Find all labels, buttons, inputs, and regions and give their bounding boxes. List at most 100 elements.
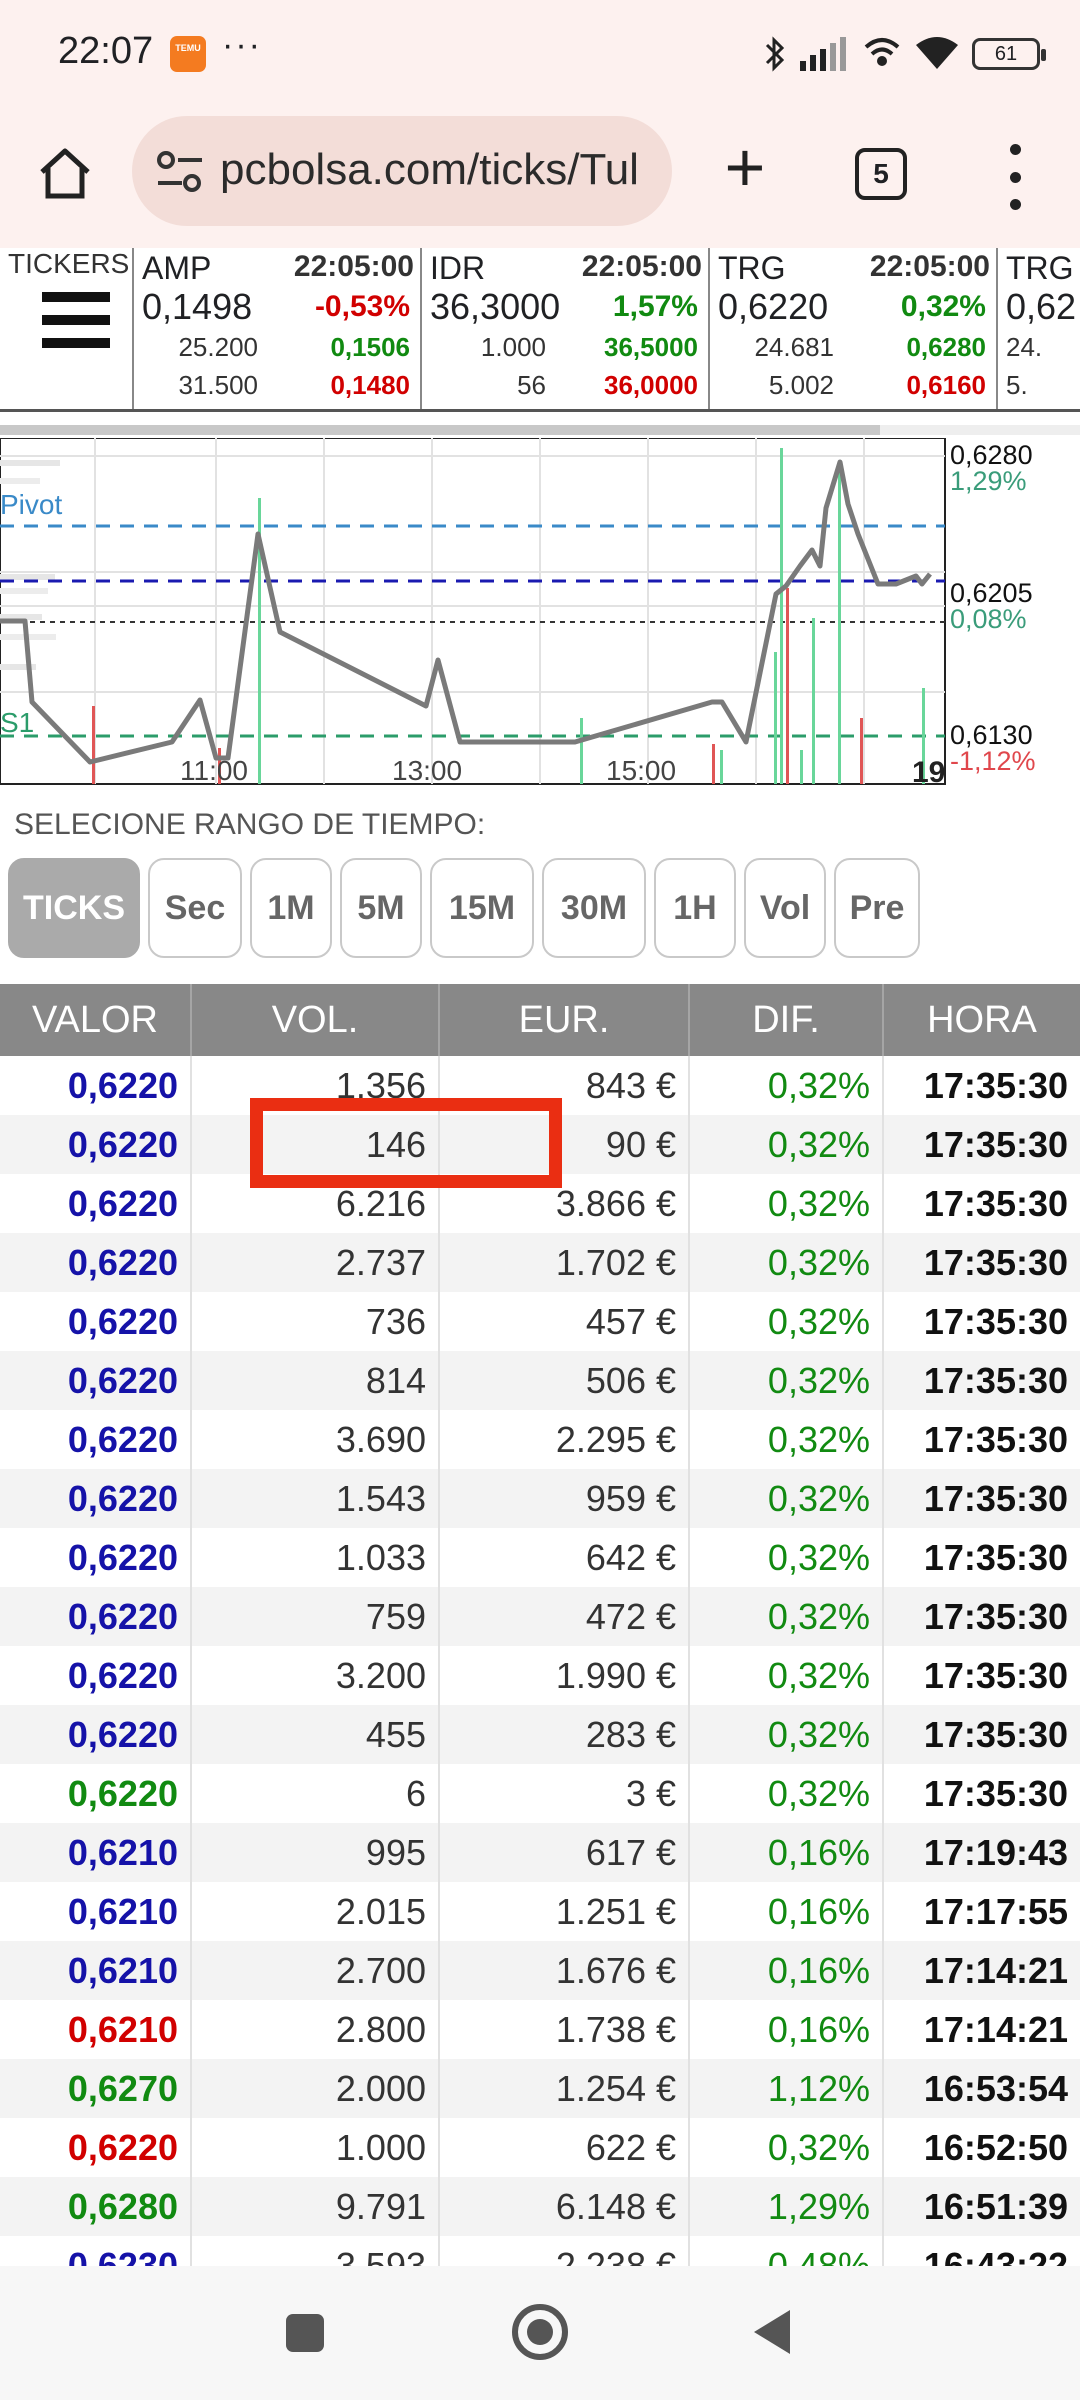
cell-hora: 17:19:43 (923, 1831, 1068, 1873)
table-row[interactable]: 0,6210 2.015 1.251 €0,16% 17:17:55 (0, 1882, 1080, 1941)
price-chart[interactable]: Pivot S1 11:00 13:00 15:00 19 0,6280 1,2… (0, 438, 1080, 788)
cell-vol: 736 (192, 1292, 440, 1351)
tickers-scrollbar[interactable] (0, 425, 880, 435)
table-row[interactable]: 0,6220 1.000 622 €0,32% 16:52:50 (0, 2118, 1080, 2177)
range-button-1h[interactable]: 1H (654, 858, 736, 958)
cell-eur: 1.990 € (440, 1646, 690, 1705)
ticker-price: 0,1498 (142, 286, 253, 327)
cell-valor: 0,6220 (0, 1469, 192, 1528)
table-row[interactable]: 0,6210 2.700 1.676 €0,16% 17:14:21 (0, 1941, 1080, 2000)
ticker-time: 22:05:00 (293, 250, 414, 283)
cell-dif: 0,16% (690, 2000, 884, 2059)
range-button-vol[interactable]: Vol (744, 858, 826, 958)
table-row[interactable]: 0,6230 3.593 2.238 €0,48% 16:43:22 (0, 2236, 1080, 2266)
cell-eur: 506 € (440, 1351, 690, 1410)
battery-icon: 61 (972, 38, 1046, 70)
range-button-1m[interactable]: 1M (250, 858, 332, 958)
cell-vol: 3.200 (192, 1646, 440, 1705)
range-button-sec[interactable]: Sec (148, 858, 242, 958)
ticker-ask-volume: 31.500 (178, 370, 258, 400)
column-header-dif[interactable]: DIF. (690, 984, 884, 1056)
more-vert-icon[interactable] (1000, 144, 1030, 210)
cell-eur: 959 € (440, 1469, 690, 1528)
cell-vol: 759 (192, 1587, 440, 1646)
cell-dif: 0,16% (690, 1882, 884, 1941)
table-row[interactable]: 0,6220 455 283 €0,32% 17:35:30 (0, 1705, 1080, 1764)
ticker-card-trg-partial[interactable]: TRG 0,62 24. 5. (998, 248, 1080, 409)
cell-valor: 0,6220 (0, 1233, 192, 1292)
table-row[interactable]: 0,6220 2.737 1.702 €0,32% 17:35:30 (0, 1233, 1080, 1292)
ticker-card-amp[interactable]: AMP 22:05:00 0,1498 -0,53% 25.200 0,1506… (134, 248, 422, 409)
site-settings-icon[interactable] (156, 150, 204, 194)
ticker-symbol: TRG (718, 250, 786, 286)
table-row[interactable]: 0,6220 1.543 959 €0,32% 17:35:30 (0, 1469, 1080, 1528)
recents-icon[interactable] (286, 2314, 324, 2352)
cell-valor: 0,6220 (0, 1351, 192, 1410)
table-row[interactable]: 0,6210 2.800 1.738 €0,16% 17:14:21 (0, 2000, 1080, 2059)
table-row[interactable]: 0,6220 3.690 2.295 €0,32% 17:35:30 (0, 1410, 1080, 1469)
table-body: 0,6220 1.356 843 €0,32% 17:35:30 0,6220 146 90… (0, 1056, 1080, 2266)
cell-valor: 0,6210 (0, 1823, 192, 1882)
chart-svg: Pivot S1 11:00 13:00 15:00 19 0,6280 1,2… (0, 438, 1036, 788)
range-button-pre[interactable]: Pre (834, 858, 920, 958)
cell-vol: 3.690 (192, 1410, 440, 1469)
cell-valor: 0,6220 (0, 1764, 192, 1823)
home-button[interactable] (30, 138, 100, 208)
axis-pct-high: 1,29% (950, 466, 1027, 496)
column-header-vol[interactable]: VOL. (192, 984, 440, 1056)
cell-dif: 0,48% (690, 2236, 884, 2266)
more-notifications-icon: ··· (222, 26, 262, 64)
ticker-ask-volume: 5. (1006, 370, 1028, 400)
cell-hora: 17:35:30 (923, 1064, 1068, 1106)
column-header-hora[interactable]: HORA (884, 984, 1080, 1056)
tab-switcher-button[interactable]: 5 (855, 148, 907, 200)
cell-valor: 0,6220 (0, 1587, 192, 1646)
column-header-valor[interactable]: VALOR (0, 984, 192, 1056)
s1-label: S1 (0, 707, 34, 738)
column-header-eur[interactable]: EUR. (440, 984, 690, 1056)
table-row[interactable]: 0,6220 814 506 €0,32% 17:35:30 (0, 1351, 1080, 1410)
cell-hora: 17:35:30 (923, 1713, 1068, 1755)
table-row[interactable]: 0,6210 995 617 €0,16% 17:19:43 (0, 1823, 1080, 1882)
cell-vol: 1.543 (192, 1469, 440, 1528)
ticker-card-idr[interactable]: IDR 22:05:00 36,3000 1,57% 1.000 36,5000… (422, 248, 710, 409)
range-button-ticks[interactable]: TICKS (8, 858, 140, 958)
new-tab-button[interactable]: + (710, 132, 780, 206)
ticker-price: 0,6220 (718, 286, 829, 327)
range-button-15m[interactable]: 15M (430, 858, 534, 958)
cell-vol: 455 (192, 1705, 440, 1764)
address-bar[interactable]: pcbolsa.com/ticks/Tul (132, 116, 672, 226)
url-text[interactable]: pcbolsa.com/ticks/Tul (220, 145, 639, 195)
range-button-30m[interactable]: 30M (542, 858, 646, 958)
cell-eur: 2.238 € (440, 2236, 690, 2266)
table-row[interactable]: 0,6270 2.000 1.254 €1,12% 16:53:54 (0, 2059, 1080, 2118)
status-bar: 22:07 TEMU ··· 61 (0, 0, 1080, 108)
cell-valor: 0,6220 (0, 1292, 192, 1351)
tickers-menu[interactable]: TICKERS (0, 248, 134, 409)
back-icon[interactable] (754, 2310, 790, 2354)
cell-valor: 0,6230 (0, 2236, 192, 2266)
ticker-card-trg[interactable]: TRG 22:05:00 0,6220 0,32% 24.681 0,6280 … (710, 248, 998, 409)
cell-dif: 1,12% (690, 2059, 884, 2118)
table-row[interactable]: 0,6220 3.200 1.990 €0,32% 17:35:30 (0, 1646, 1080, 1705)
range-button-5m[interactable]: 5M (340, 858, 422, 958)
table-row[interactable]: 0,6220 6 3 €0,32% 17:35:30 (0, 1764, 1080, 1823)
ticker-symbol: TRG (1006, 250, 1074, 286)
cell-eur: 6.148 € (440, 2177, 690, 2236)
table-row[interactable]: 0,6220 736 457 €0,32% 17:35:30 (0, 1292, 1080, 1351)
cell-eur: 642 € (440, 1528, 690, 1587)
cell-valor: 0,6220 (0, 1056, 192, 1115)
table-row[interactable]: 0,6220 759 472 €0,32% 17:35:30 (0, 1587, 1080, 1646)
cell-hora: 17:35:30 (923, 1123, 1068, 1165)
tickers-label: TICKERS (8, 248, 130, 279)
hotspot-icon (864, 38, 900, 66)
table-row[interactable]: 0,6280 9.791 6.148 €1,29% 16:51:39 (0, 2177, 1080, 2236)
home-nav-icon[interactable] (512, 2304, 568, 2360)
cell-hora: 17:35:30 (923, 1477, 1068, 1519)
cell-valor: 0,6270 (0, 2059, 192, 2118)
cell-eur: 1.702 € (440, 1233, 690, 1292)
hamburger-icon[interactable] (42, 292, 110, 348)
tickers-scroll-track (880, 425, 1080, 435)
cell-dif: 0,32% (690, 1115, 884, 1174)
table-row[interactable]: 0,6220 1.033 642 €0,32% 17:35:30 (0, 1528, 1080, 1587)
